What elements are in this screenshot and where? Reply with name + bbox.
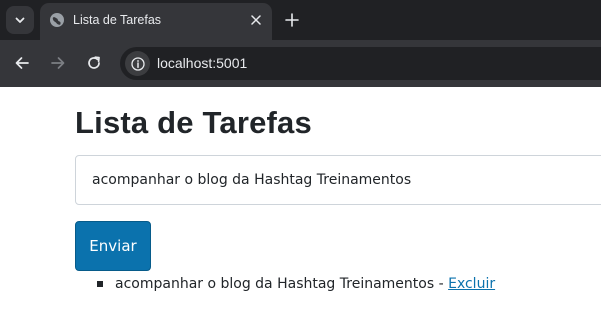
reload-icon bbox=[88, 56, 100, 69]
new-tab-button[interactable] bbox=[280, 8, 304, 32]
browser-tab-active[interactable]: Lista de Tarefas bbox=[40, 3, 272, 40]
task-text: acompanhar o blog da Hashtag Treinamento… bbox=[115, 276, 435, 292]
tab-title: Lista de Tarefas bbox=[73, 13, 162, 27]
browser-toolbar: localhost:5001 bbox=[0, 40, 601, 87]
browser-tab-strip: Lista de Tarefas bbox=[0, 0, 601, 40]
plus-icon bbox=[285, 13, 299, 27]
reload-button[interactable] bbox=[82, 51, 106, 75]
address-bar[interactable]: localhost:5001 bbox=[120, 47, 601, 80]
address-bar-url: localhost:5001 bbox=[157, 55, 248, 71]
task-separator: - bbox=[434, 276, 449, 292]
info-icon bbox=[130, 56, 145, 71]
submit-button[interactable]: Enviar bbox=[75, 221, 151, 271]
task-list-item: acompanhar o blog da Hashtag Treinamento… bbox=[97, 274, 495, 294]
close-icon bbox=[251, 15, 261, 25]
task-input[interactable] bbox=[75, 155, 601, 205]
page-title: Lista de Tarefas bbox=[75, 105, 312, 140]
tab-list-button[interactable] bbox=[6, 6, 34, 34]
arrow-right-icon bbox=[51, 57, 65, 69]
chevron-down-icon bbox=[15, 17, 25, 23]
forward-button[interactable] bbox=[46, 51, 70, 75]
delete-task-link[interactable]: Excluir bbox=[448, 276, 495, 292]
globe-icon bbox=[50, 13, 64, 27]
back-button[interactable] bbox=[10, 51, 34, 75]
page-content: Lista de Tarefas Enviar acompanhar o blo… bbox=[0, 87, 601, 316]
task-list: acompanhar o blog da Hashtag Treinamento… bbox=[97, 274, 495, 294]
tab-close-button[interactable] bbox=[247, 11, 265, 29]
arrow-left-icon bbox=[15, 57, 29, 69]
bullet-square-icon bbox=[97, 281, 103, 287]
site-info-button[interactable] bbox=[125, 51, 150, 76]
